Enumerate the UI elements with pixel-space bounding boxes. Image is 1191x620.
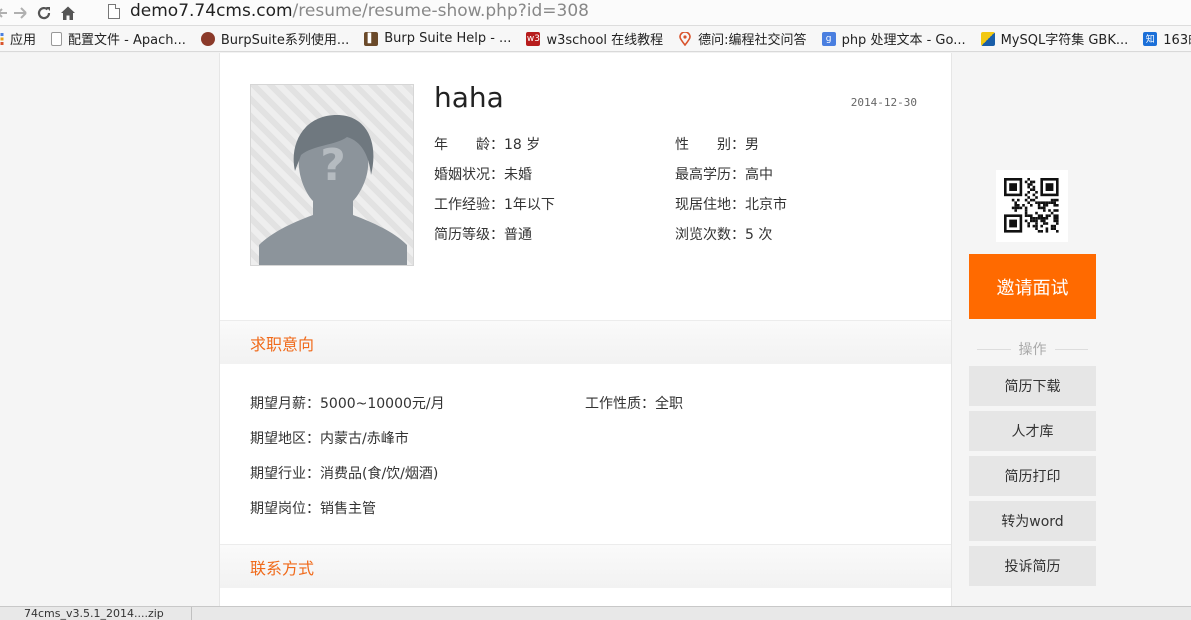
industry-label: 期望行业： [250,466,320,482]
bookmark-apache-config[interactable]: 配置文件 - Apach... [51,29,186,48]
operations-label-text: 操作 [1018,342,1047,358]
intention-industry: 期望行业：消费品(食/饮/烟酒) [250,463,438,483]
location-icon [678,31,692,46]
info-age: 年 龄：18 岁 [434,134,540,154]
job-type-label: 工作性质： [585,396,655,412]
forward-arrow-icon[interactable] [8,2,32,24]
browser-toolbar: demo7.74cms.com/resume/resume-show.php?i… [0,0,1191,26]
gender-value: 男 [745,137,759,153]
google-icon: g [821,31,836,46]
education-label: 最高学历： [675,167,745,183]
page-icon [51,31,63,46]
level-label: 简历等级： [434,227,504,243]
intention-job-type: 工作性质：全职 [585,393,683,413]
info-marital: 婚姻状况：未婚 [434,164,532,184]
bookmark-burpsuite-series[interactable]: BurpSuite系列使用... [200,29,350,48]
reload-icon[interactable] [32,2,56,24]
resume-date: 2014-12-30 [850,96,917,109]
intention-position: 期望岗位：销售主管 [250,498,376,518]
salary-value: 5000~10000元/月 [320,396,445,412]
url-path: /resume/resume-show.php?id=308 [292,1,589,21]
education-value: 高中 [745,167,773,183]
section-intention-title: 求职意向 [250,334,315,354]
bookmark-label: BurpSuite系列使用... [220,33,350,48]
residence-label: 现居住地： [675,197,745,213]
views-label: 浏览次数： [675,227,745,243]
url-domain: demo7.74cms.com [130,1,293,21]
region-label: 期望地区： [250,431,320,447]
bookmark-mysql-charset[interactable]: MySQL字符集 GBK... [980,29,1129,48]
burp-icon: ▌ [364,31,379,46]
page-icon [108,3,120,19]
bookmark-label: w3school 在线教程 [546,33,664,48]
print-resume-button[interactable]: 简历打印 [969,456,1096,496]
invite-interview-button[interactable]: 邀请面试 [969,254,1096,319]
download-item[interactable]: 74cms_v3.5.1_2014....zip [0,607,192,620]
job-type-value: 全职 [655,396,683,412]
bookmark-apps[interactable]: 应用 [0,29,36,48]
w3-icon: w3 [526,31,541,46]
candidate-name: haha [434,81,504,114]
bookmark-label: php 处理文本 - Go... [841,33,966,48]
info-views: 浏览次数：5 次 [675,224,772,244]
bookmark-label: 应用 [10,33,37,48]
back-arrow-icon[interactable] [0,2,8,24]
zhihu-icon: 知 [1143,31,1158,46]
salary-label: 期望月薪： [250,396,320,412]
views-value: 5 次 [745,227,773,243]
section-contact-title: 联系方式 [250,558,315,578]
avatar-placeholder: ? [250,84,414,266]
talent-pool-button[interactable]: 人才库 [969,411,1096,451]
download-bar: 74cms_v3.5.1_2014....zip [0,606,1191,620]
info-education: 最高学历：高中 [675,164,773,184]
region-value: 内蒙古/赤峰市 [320,431,409,447]
download-filename: 74cms_v3.5.1_2014....zip [24,607,164,620]
intention-salary: 期望月薪：5000~10000元/月 [250,393,445,413]
age-label: 年 龄： [434,137,504,153]
download-resume-button[interactable]: 简历下载 [969,366,1096,406]
bookmark-burp-help[interactable]: ▌ Burp Suite Help - ... [364,31,511,46]
level-value: 普通 [504,227,532,243]
position-value: 销售主管 [320,501,376,517]
section-contact-header: 联系方式 [220,544,951,588]
apps-grid-icon [0,32,4,46]
page-viewport: ? haha 2014-12-30 年 龄：18 岁 性 别：男 婚姻状况：未婚… [0,53,1191,606]
qr-code-icon [996,170,1068,242]
experience-label: 工作经验： [434,197,504,213]
bookmark-163-password[interactable]: 知 163邮箱密码被破解 [1143,29,1191,48]
marital-value: 未婚 [504,167,532,183]
address-bar[interactable]: demo7.74cms.com/resume/resume-show.php?i… [108,0,1191,22]
resume-main-panel: ? haha 2014-12-30 年 龄：18 岁 性 别：男 婚姻状况：未婚… [219,53,952,606]
position-label: 期望岗位： [250,501,320,517]
operations-label: 操作 [969,339,1096,359]
residence-value: 北京市 [745,197,787,213]
bookmark-label: MySQL字符集 GBK... [1000,33,1129,48]
info-experience: 工作经验：1年以下 [434,194,555,214]
marital-label: 婚姻状况： [434,167,504,183]
info-residence: 现居住地：北京市 [675,194,787,214]
bookmark-label: 德问:编程社交问答 [698,33,807,48]
mysql-icon [980,31,995,46]
report-resume-button[interactable]: 投诉简历 [969,546,1096,586]
avatar-icon [200,31,215,46]
age-value: 18 岁 [504,137,541,153]
info-level: 简历等级：普通 [434,224,532,244]
bookmarks-bar: 应用 配置文件 - Apach... BurpSuite系列使用... ▌ Bu… [0,26,1191,52]
home-icon[interactable] [56,2,80,24]
svg-text:?: ? [320,140,346,191]
bookmark-php-text[interactable]: g php 处理文本 - Go... [821,29,966,48]
convert-word-button[interactable]: 转为word [969,501,1096,541]
experience-value: 1年以下 [504,197,555,213]
bookmark-label: 163邮箱密码被破解 [1163,33,1191,48]
bookmark-dewen[interactable]: 德问:编程社交问答 [678,29,807,48]
gender-label: 性 别： [675,137,745,153]
intention-region: 期望地区：内蒙古/赤峰市 [250,428,409,448]
section-intention-header: 求职意向 [220,320,951,364]
bookmark-w3school[interactable]: w3 w3school 在线教程 [526,29,663,48]
info-gender: 性 别：男 [675,134,759,154]
industry-value: 消费品(食/饮/烟酒) [320,466,439,482]
bookmark-label: 配置文件 - Apach... [68,33,186,48]
bookmark-label: Burp Suite Help - ... [384,31,512,46]
